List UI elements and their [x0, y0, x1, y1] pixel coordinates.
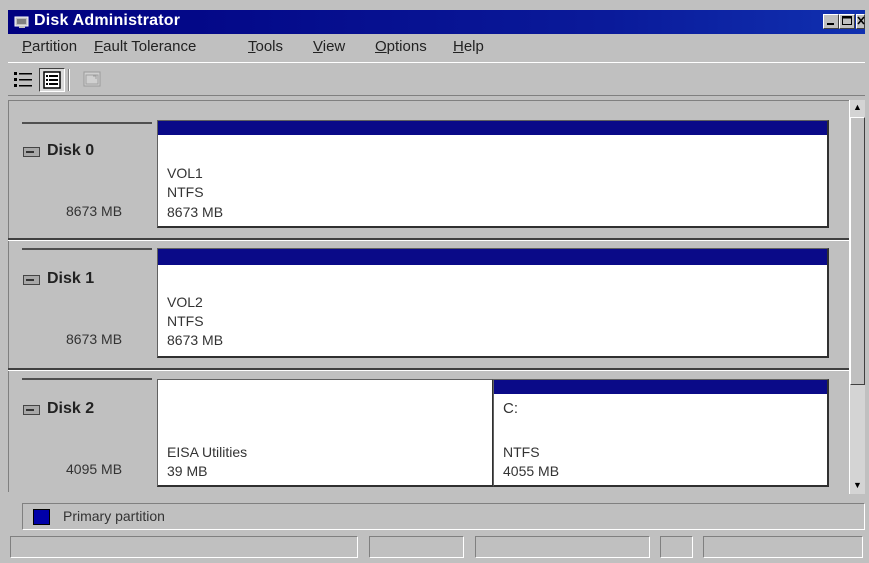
disk-separator: [22, 378, 152, 380]
partition-label: VOL1: [167, 165, 203, 181]
window-title: Disk Administrator: [34, 12, 181, 29]
hard-disk-icon: [23, 147, 40, 157]
properties-icon: [83, 71, 101, 87]
hard-disk-icon: [23, 405, 40, 415]
partition-label: VOL2: [167, 294, 203, 310]
disk-row: Disk 2 4095 MB EISA Utilities 39 MB C: N…: [8, 376, 850, 491]
partition-size: 8673 MB: [167, 332, 224, 348]
disk-size: 8673 MB: [66, 331, 123, 347]
status-pane: [475, 536, 650, 558]
partition-size: 39 MB: [167, 463, 208, 479]
primary-partition-swatch: [33, 509, 50, 525]
legend-bar: Primary partition: [22, 503, 865, 530]
row-divider: [8, 238, 850, 241]
menu-bar: Partition Fault Tolerance Tools View Opt…: [8, 34, 865, 60]
toolbar-separator: [68, 69, 70, 91]
volumes-view-icon: [14, 72, 32, 87]
title-bar[interactable]: Disk Administrator: [8, 10, 865, 34]
partition-size: 4055 MB: [503, 463, 560, 479]
primary-partition-bar: [494, 380, 827, 394]
disk-row: Disk 1 8673 MB VOL2 NTFS 8673 MB: [8, 246, 850, 366]
menu-help[interactable]: Help: [453, 38, 484, 55]
partition-filesystem: NTFS: [167, 184, 204, 200]
maximize-icon: [842, 16, 852, 25]
partition-label: EISA Utilities: [167, 444, 248, 460]
close-icon: [857, 16, 865, 25]
disk-size: 4095 MB: [66, 461, 123, 477]
disk-size: 8673 MB: [66, 203, 123, 219]
minimize-icon: [827, 23, 834, 25]
disk-administrator-window: Disk Administrator Partition Fault Toler…: [0, 0, 869, 563]
partition-filesystem: NTFS: [167, 313, 204, 329]
menu-tools[interactable]: Tools: [248, 38, 283, 55]
disk-administrator-app-icon: [14, 16, 29, 28]
disk-configuration-view-icon: [43, 71, 61, 89]
status-pane: [703, 536, 863, 558]
menu-partition[interactable]: Partition: [22, 38, 77, 55]
disk-row: Disk 0 8673 MB VOL1 NTFS 8673 MB: [8, 118, 850, 238]
scroll-down-arrow-icon[interactable]: ▼: [850, 478, 865, 493]
disk-name: Disk 1: [47, 270, 95, 287]
menu-fault-tolerance[interactable]: Fault Tolerance: [94, 38, 196, 55]
properties-button[interactable]: [80, 68, 106, 92]
partition-eisa-utilities[interactable]: EISA Utilities 39 MB: [157, 379, 494, 487]
disk-name: Disk 2: [47, 400, 95, 417]
disk-separator: [22, 248, 152, 250]
menu-view[interactable]: View: [313, 38, 345, 55]
vertical-scrollbar[interactable]: ▲ ▼: [849, 100, 865, 494]
disk-separator: [22, 122, 152, 124]
volumes-view-button[interactable]: [11, 68, 37, 92]
primary-partition-bar: [158, 121, 827, 135]
disk-name: Disk 0: [47, 142, 95, 159]
toolbar: [8, 62, 865, 96]
scroll-up-arrow-icon[interactable]: ▲: [850, 100, 865, 115]
maximize-button[interactable]: [839, 14, 855, 29]
disk-configuration-view-button[interactable]: [39, 68, 65, 92]
status-pane-message: [10, 536, 358, 558]
partition-filesystem: NTFS: [503, 444, 540, 460]
hard-disk-icon: [23, 275, 40, 285]
partition-vol2[interactable]: VOL2 NTFS 8673 MB: [157, 248, 829, 358]
partition-drive-letter: C:: [503, 400, 518, 417]
minimize-button[interactable]: [823, 14, 839, 29]
scroll-thumb[interactable]: [850, 117, 865, 385]
status-pane: [660, 536, 693, 558]
legend-label: Primary partition: [63, 508, 165, 524]
primary-partition-bar: [158, 249, 827, 265]
status-pane: [369, 536, 464, 558]
row-divider: [8, 368, 850, 371]
partition-size: 8673 MB: [167, 204, 224, 220]
menu-options[interactable]: Options: [375, 38, 427, 55]
partition-vol1[interactable]: VOL1 NTFS 8673 MB: [157, 120, 829, 228]
close-button[interactable]: [856, 14, 865, 29]
partition-c-drive[interactable]: C: NTFS 4055 MB: [493, 379, 829, 487]
status-bar: [8, 536, 865, 560]
